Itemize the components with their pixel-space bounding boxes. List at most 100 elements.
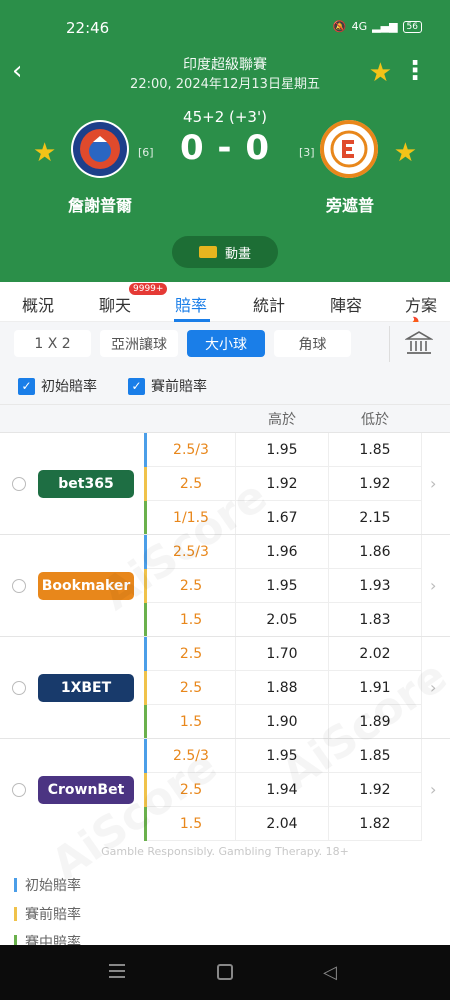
tab-overview[interactable]: 概況 [22,292,54,316]
animation-button[interactable]: 動畫 [172,236,278,268]
goal-line-value: 1.5 [147,603,236,637]
over-odds-value: 1.94 [236,773,329,807]
under-odds-value: 1.92 [329,467,422,501]
under-odds-value: 1.86 [329,535,422,569]
goal-line-value: 1.5 [147,807,236,841]
network-label: 4G [351,20,368,33]
bookmaker-block[interactable]: 1XBET › 2.5 1.70 2.02 2.5 1.88 1.91 1.5 1.90 1.89 [0,636,450,739]
odds-row[interactable]: 2.5 1.92 1.92 [144,467,422,501]
goal-line-value: 2.5 [147,773,236,807]
select-radio[interactable] [12,681,26,695]
over-odds-value: 2.05 [236,603,329,637]
odds-row[interactable]: 1.5 2.05 1.83 [144,603,422,637]
opening-odds-label: 初始賠率 [41,379,97,395]
over-odds-value: 1.90 [236,705,329,739]
under-odds-value: 2.02 [329,637,422,671]
filter-divider [389,326,390,362]
select-radio[interactable] [12,579,26,593]
over-odds-value: 1.67 [236,501,329,535]
odds-row[interactable]: 1.5 1.90 1.89 [144,705,422,739]
goal-line-value: 2.5/3 [147,535,236,569]
match-score: 0 - 0 [179,128,271,168]
tab-chat[interactable]: 聊天 [99,292,131,316]
legend-marker [14,907,17,921]
away-team-name[interactable]: 旁遮普 [302,192,398,216]
market-over-under[interactable]: 大小球 [187,330,265,357]
under-odds-value: 1.83 [329,603,422,637]
clock: 22:46 [66,19,110,37]
odds-type-checks: ✓ 初始賠率 ✓ 賽前賠率 [0,366,450,404]
chevron-right-icon[interactable]: › [430,576,436,595]
odds-row[interactable]: 2.5/3 1.95 1.85 [144,433,422,467]
legend-opening-label: 初始賠率 [25,878,81,894]
chevron-right-icon[interactable]: › [430,678,436,697]
away-favorite-star-icon[interactable]: ★ [394,138,417,168]
legend-pregame: 賽前賠率 [14,904,81,924]
back-icon[interactable]: ◁ [323,962,337,983]
odds-row[interactable]: 1/1.5 1.67 2.15 [144,501,422,535]
status-bar: 22:46 🔕 4G ▂▄▆ 56 [0,0,450,52]
bookmaker-logo[interactable]: Bookmaker [38,572,134,600]
bookmaker-logo[interactable]: CrownBet [38,776,134,804]
over-odds-value: 1.70 [236,637,329,671]
opening-odds-checkbox[interactable]: ✓ 初始賠率 [18,376,97,396]
odds-table-header: 高於 低於 [0,404,450,432]
over-odds-value: 1.96 [236,535,329,569]
over-odds-value: 1.95 [236,433,329,467]
under-odds-value: 1.89 [329,705,422,739]
pitch-icon [198,246,217,258]
under-odds-value: 2.15 [329,501,422,535]
goal-line-value: 2.5 [147,671,236,705]
favorite-star-icon[interactable]: ★ [369,58,392,88]
tab-stats[interactable]: 統計 [253,292,285,316]
goal-line-value: 2.5 [147,569,236,603]
odds-row[interactable]: 2.5 1.94 1.92 [144,773,422,807]
pregame-odds-checkbox[interactable]: ✓ 賽前賠率 [128,376,207,396]
bookmaker-logo[interactable]: bet365 [38,470,134,498]
goal-line-value: 2.5 [147,467,236,501]
under-odds-value: 1.91 [329,671,422,705]
odds-row[interactable]: 1.5 2.04 1.82 [144,807,422,841]
chevron-right-icon[interactable]: › [430,474,436,493]
select-radio[interactable] [12,783,26,797]
select-radio[interactable] [12,477,26,491]
gamble-note: Gamble Responsibly. Gambling Therapy. 18… [101,845,349,858]
over-odds-value: 1.95 [236,739,329,773]
odds-row[interactable]: 2.5/3 1.95 1.85 [144,739,422,773]
chat-count-badge: 9999+ [129,283,168,295]
under-odds-value: 1.85 [329,433,422,467]
chevron-right-icon[interactable]: › [430,780,436,799]
away-team-logo[interactable] [320,120,378,178]
match-header: 22:46 🔕 4G ▂▄▆ 56 ‹ 印度超級聯賽 22:00, 2024年1… [0,0,450,282]
home-team-name[interactable]: 詹謝普爾 [52,192,148,216]
over-odds-value: 1.95 [236,569,329,603]
market-asian-handicap[interactable]: 亞洲讓球 [100,330,178,357]
recent-apps-icon[interactable] [109,964,125,978]
tab-odds[interactable]: 賠率 [175,292,207,316]
check-icon: ✓ [128,377,145,395]
market-corners[interactable]: 角球 [274,330,351,357]
tab-lineup[interactable]: 陣容 [330,292,362,316]
market-1x2[interactable]: 1 X 2 [14,330,91,357]
under-header: 低於 [361,412,389,428]
bookmaker-block[interactable]: bet365 › 2.5/3 1.95 1.85 2.5 1.92 1.92 1/1.5 1.67… [0,432,450,535]
bookmaker-block[interactable]: Bookmaker › 2.5/3 1.96 1.86 2.5 1.95 1.93 1.5 2.0… [0,534,450,637]
odds-row[interactable]: 2.5 1.95 1.93 [144,569,422,603]
over-odds-value: 1.92 [236,467,329,501]
bank-icon[interactable] [404,330,434,356]
legend-opening: 初始賠率 [14,875,81,895]
odds-row[interactable]: 2.5 1.70 2.02 [144,637,422,671]
match-tabs: 概況 聊天 賠率 統計 陣容 方案🔥 [0,282,450,335]
more-menu-icon[interactable]: ⋮ [402,58,428,84]
home-icon[interactable] [217,964,233,980]
bookmaker-block[interactable]: CrownBet › 2.5/3 1.95 1.85 2.5 1.94 1.92 1.5 2.04… [0,738,450,841]
pregame-odds-label: 賽前賠率 [151,379,207,395]
goal-line-value: 1.5 [147,705,236,739]
home-team-logo[interactable] [71,120,129,178]
bookmaker-logo[interactable]: 1XBET [38,674,134,702]
status-icons: 🔕 4G ▂▄▆ 56 [333,20,422,33]
odds-row[interactable]: 2.5 1.88 1.91 [144,671,422,705]
home-favorite-star-icon[interactable]: ★ [33,138,56,168]
odds-row[interactable]: 2.5/3 1.96 1.86 [144,535,422,569]
under-odds-value: 1.85 [329,739,422,773]
